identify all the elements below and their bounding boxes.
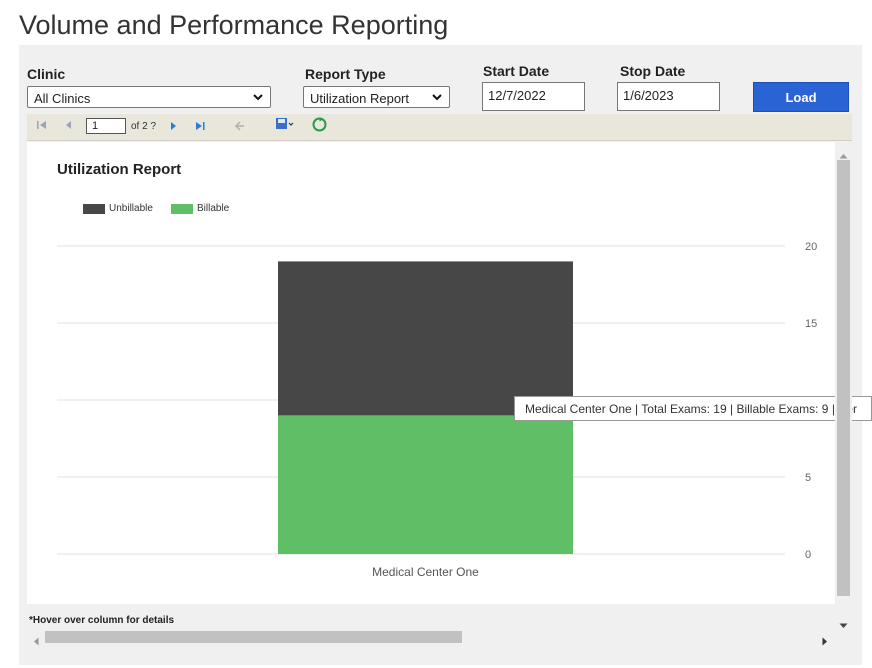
footnote: *Hover over column for details [29, 615, 175, 626]
stop-date-label: Stop Date [620, 63, 686, 79]
bar-billable[interactable] [278, 415, 573, 554]
start-date-input[interactable]: 12/7/2022 [482, 82, 585, 111]
first-page-icon[interactable] [36, 119, 48, 134]
chevron-down-icon [253, 90, 263, 107]
y-tick-label: 20 [805, 241, 817, 253]
page-number-value: 1 [92, 120, 99, 132]
clinic-select[interactable]: All Clinics [27, 86, 271, 108]
y-tick-label: 15 [805, 318, 817, 330]
stop-date-value: 1/6/2023 [623, 88, 674, 103]
x-category-label: Medical Center One [372, 565, 479, 579]
back-icon[interactable] [234, 119, 246, 137]
refresh-icon[interactable] [312, 117, 327, 137]
start-date-label: Start Date [483, 63, 550, 79]
report-type-select-value: Utilization Report [310, 91, 409, 106]
y-tick-label: 5 [805, 472, 811, 484]
y-tick-label: 0 [805, 549, 811, 561]
stop-date-input[interactable]: 1/6/2023 [617, 82, 720, 111]
bar-unbillable[interactable] [278, 261, 573, 416]
clinic-label: Clinic [27, 66, 66, 82]
last-page-icon[interactable] [194, 119, 206, 137]
utilization-chart: 0 5 15 20 Medical Center One [57, 241, 817, 579]
clinic-select-value: All Clinics [34, 91, 91, 106]
load-button[interactable]: Load [753, 82, 849, 112]
save-export-icon[interactable] [275, 117, 295, 136]
report-type-select[interactable]: Utilization Report [303, 86, 450, 108]
scroll-down-icon[interactable] [839, 616, 848, 634]
horizontal-scroll-thumb[interactable] [45, 631, 462, 643]
page-title: Volume and Performance Reporting [19, 10, 449, 40]
page-count-label: of 2 ? [131, 121, 157, 132]
vertical-scroll-thumb[interactable] [837, 160, 850, 596]
page-number-input[interactable]: 1 [86, 118, 126, 134]
chevron-down-icon [432, 90, 442, 107]
scroll-right-icon[interactable] [822, 633, 828, 651]
prev-page-icon[interactable] [63, 119, 73, 134]
next-page-icon[interactable] [169, 119, 179, 137]
scroll-left-icon[interactable] [33, 633, 39, 651]
start-date-value: 12/7/2022 [488, 88, 546, 103]
chart-tooltip: Medical Center One | Total Exams: 19 | B… [514, 396, 872, 421]
scroll-up-icon[interactable] [839, 146, 848, 164]
report-type-label: Report Type [305, 66, 386, 82]
